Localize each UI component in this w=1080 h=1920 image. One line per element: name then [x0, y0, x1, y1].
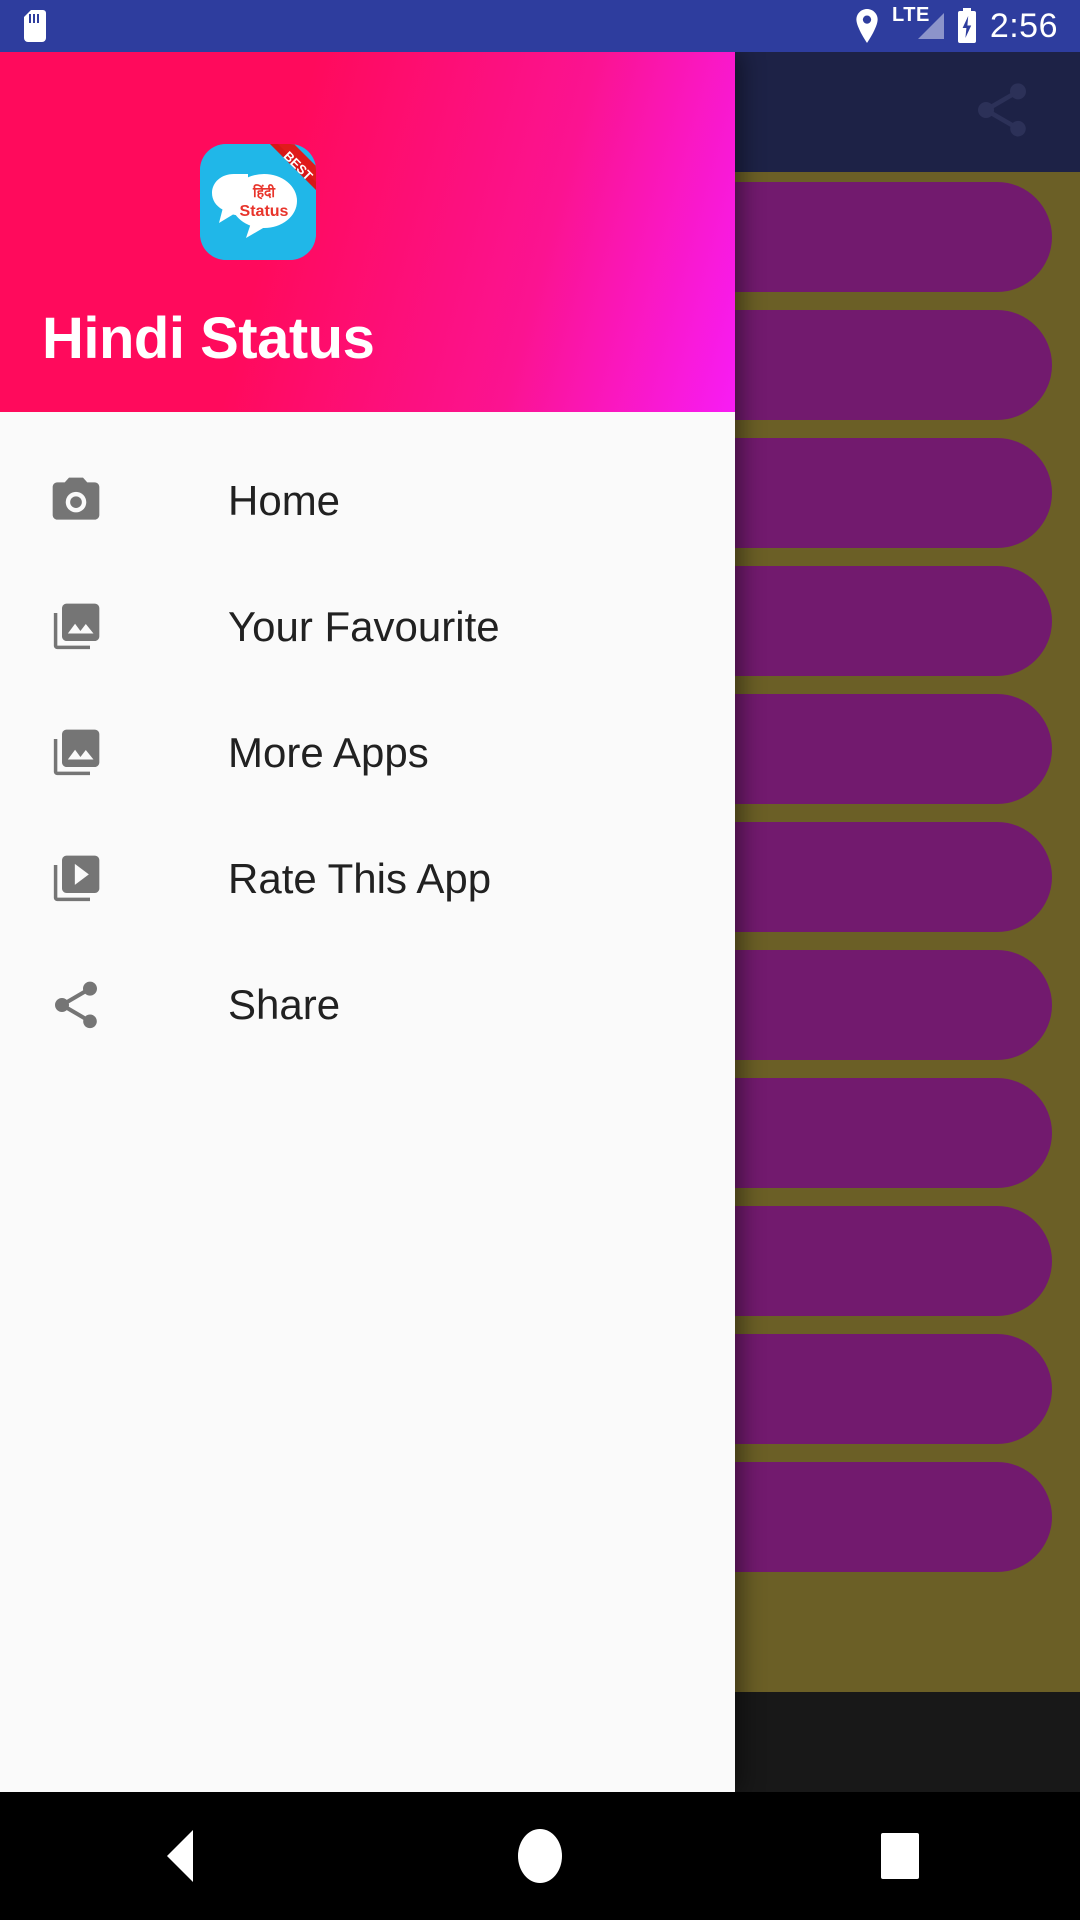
status-bar: LTE 2:56 — [0, 0, 1080, 52]
drawer-item-rate-this-app[interactable]: Rate This App — [0, 816, 735, 942]
app-logo-icon: हिंदी Status BEST — [200, 144, 316, 260]
drawer-item-home[interactable]: Home — [0, 438, 735, 564]
share-icon[interactable] — [970, 78, 1034, 147]
drawer-item-label: Home — [228, 477, 341, 524]
status-bar-clock: 2:56 — [989, 7, 1058, 45]
status-bar-left — [0, 10, 46, 42]
back-triangle-icon — [167, 1830, 193, 1882]
sd-card-icon — [24, 10, 46, 42]
drawer-item-share[interactable]: Share — [0, 942, 735, 1068]
home-button[interactable] — [480, 1792, 600, 1920]
svg-text:Status: Status — [240, 203, 289, 220]
svg-text:हिंदी: हिंदी — [252, 184, 276, 200]
drawer-item-more-apps[interactable]: More Apps — [0, 690, 735, 816]
drawer-item-label: Share — [228, 981, 341, 1028]
system-navigation-bar[interactable] — [0, 1792, 1080, 1920]
home-circle-icon — [518, 1829, 562, 1883]
signal-bars-icon: LTE — [892, 5, 944, 39]
drawer-item-label: Rate This App — [228, 855, 492, 902]
camera-icon — [44, 469, 108, 533]
drawer-menu[interactable]: Home Your Favourite More Apps Rate This … — [0, 412, 735, 1068]
recents-button[interactable] — [840, 1792, 960, 1920]
drawer-item-label: More Apps — [228, 729, 429, 776]
status-bar-right: LTE 2:56 — [854, 5, 1080, 45]
navigation-drawer[interactable]: हिंदी Status BEST Hindi Status Home Your… — [0, 52, 735, 1792]
phone-screen: LTE 2:56 हिंदी Status BEST Hindi Status … — [0, 0, 1080, 1920]
drawer-header: हिंदी Status BEST Hindi Status — [0, 52, 735, 412]
photo-library-icon — [44, 721, 108, 785]
drawer-item-your-favourite[interactable]: Your Favourite — [0, 564, 735, 690]
photo-library-icon — [44, 595, 108, 659]
share-icon — [44, 973, 108, 1037]
location-pin-icon — [854, 9, 880, 43]
recents-square-icon — [881, 1833, 919, 1879]
back-button[interactable] — [120, 1792, 240, 1920]
drawer-item-label: Your Favourite — [228, 603, 500, 650]
drawer-app-title: Hindi Status — [42, 306, 375, 371]
battery-charging-icon — [956, 8, 978, 44]
video-library-icon — [44, 847, 108, 911]
signal-triangle-icon — [917, 13, 944, 39]
